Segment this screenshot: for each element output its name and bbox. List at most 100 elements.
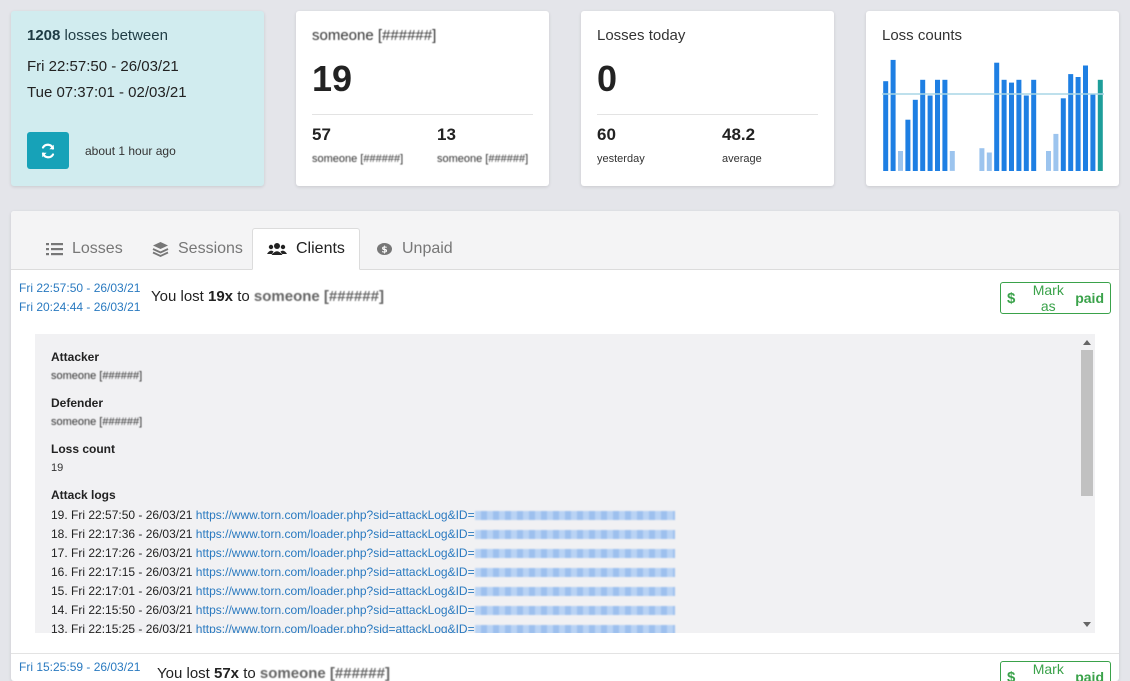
card-divider [312,114,533,115]
entry-summary: You lost 19x to someone [######] [151,288,384,305]
loss-count-value: 19 [51,462,675,474]
mark-as-paid-button[interactable]: $ Mark as paid [1000,661,1111,681]
tab-losses-label: Losses [72,240,123,258]
attack-log-id-redacted[interactable] [475,625,675,633]
tab-bar: Losses Sessions Clients $ [11,211,1119,270]
top-client-total: 19 [312,58,533,100]
tab-clients-label: Clients [296,240,345,258]
dollar-icon: $ [1007,290,1015,307]
client-stat-2: 13 someone [######] [437,125,528,165]
attack-log-list: 19. Fri 22:57:50 - 26/03/21 https://www.… [51,506,675,633]
entry-date-end: Fri 20:24:44 - 26/03/21 [19,298,140,317]
yesterday-label: yesterday [597,153,645,165]
attack-log-row: 18. Fri 22:17:36 - 26/03/21 https://www.… [51,525,675,544]
main-panel: Losses Sessions Clients $ [11,211,1119,681]
loss-summary-heading: 1208 losses between [27,27,248,44]
chart-bar [928,96,933,172]
attack-log-link[interactable]: https://www.torn.com/loader.php?sid=atta… [196,622,475,633]
layers-icon [152,241,169,257]
attack-log-row: 16. Fri 22:17:15 - 26/03/21 https://www.… [51,563,675,582]
loss-summary-suffix: losses between [65,27,168,44]
chart-bar [1068,74,1073,171]
entry-date-start: Fri 15:25:59 - 26/03/21 [19,658,140,677]
yesterday-value: 60 [597,125,645,145]
attack-log-link[interactable]: https://www.torn.com/loader.php?sid=atta… [196,565,475,579]
entry-text-prefix: You lost [151,288,204,305]
entry-date-range: Fri 15:25:59 - 26/03/21 [19,658,140,677]
average-stat: 48.2 average [722,125,762,165]
entry-summary: You lost 57x to someone [######] [157,665,390,681]
entry-text-prefix: You lost [157,665,210,681]
yesterday-stat: 60 yesterday [597,125,645,165]
attack-log-link[interactable]: https://www.torn.com/loader.php?sid=atta… [196,603,475,617]
paid-label: paid [1075,669,1104,681]
attack-log-id-redacted[interactable] [475,587,675,596]
chart-bar [1083,66,1088,172]
total-loss-count: 1208 [27,27,60,44]
refresh-icon [40,143,56,159]
tab-sessions-label: Sessions [178,240,243,258]
client-stat-2-value: 13 [437,125,528,145]
svg-text:$: $ [381,245,387,255]
attack-log-link[interactable]: https://www.torn.com/loader.php?sid=atta… [196,584,475,598]
entry-text-to: to [237,288,250,305]
attack-log-id-redacted[interactable] [475,568,675,577]
chart-bar [1046,151,1051,171]
entry-client-name: someone [######] [260,665,390,681]
attack-log-row: 13. Fri 22:15:25 - 26/03/21 https://www.… [51,620,675,633]
attack-log-link[interactable]: https://www.torn.com/loader.php?sid=atta… [196,527,475,541]
chart-bar [994,63,999,171]
card-divider [597,114,818,115]
attack-log-id-redacted[interactable] [475,606,675,615]
attack-log-time: 15. Fri 22:17:01 - 26/03/21 [51,584,192,598]
tab-unpaid[interactable]: $ Unpaid [362,228,467,269]
average-label: average [722,153,762,165]
last-refresh-time: about 1 hour ago [85,144,176,158]
entry-details-content: Attacker someone [######] Defender someo… [51,350,675,633]
chart-bar [979,148,984,171]
chart-title: Loss counts [882,27,1103,44]
scroll-down-icon[interactable] [1083,622,1091,627]
users-icon [267,242,287,256]
chart-bar [898,151,903,171]
client-stat-1-label: someone [######] [312,153,403,165]
refresh-button[interactable] [27,132,69,169]
chart-bar [1009,83,1014,171]
entry-date-start: Fri 22:57:50 - 26/03/21 [19,279,140,298]
loss-counts-card: Loss counts [866,11,1119,186]
list-icon [46,242,63,256]
tab-unpaid-label: Unpaid [402,240,453,258]
loss-count-label: Loss count [51,442,675,456]
attack-log-link[interactable]: https://www.torn.com/loader.php?sid=atta… [196,508,475,522]
mark-as-paid-button[interactable]: $ Mark as paid [1000,282,1111,314]
attack-log-id-redacted[interactable] [475,530,675,539]
scroll-thumb[interactable] [1081,350,1093,496]
range-date-from: Fri 22:57:50 - 26/03/21 [27,54,248,80]
scroll-up-icon[interactable] [1083,340,1091,345]
attack-log-row: 15. Fri 22:17:01 - 26/03/21 https://www.… [51,582,675,601]
tab-clients[interactable]: Clients [252,228,360,270]
entry-divider [11,653,1119,654]
tab-sessions[interactable]: Sessions [138,228,257,269]
entry-details[interactable]: Attacker someone [######] Defender someo… [35,334,1095,633]
tab-losses[interactable]: Losses [32,228,137,269]
losses-today-value: 0 [597,58,818,100]
entry-date-range: Fri 22:57:50 - 26/03/21 Fri 20:24:44 - 2… [19,279,140,317]
attack-log-time: 13. Fri 22:15:25 - 26/03/21 [51,622,192,633]
chart-bar [1061,98,1066,171]
dollar-icon: $ [1007,669,1015,681]
average-value: 48.2 [722,125,762,145]
entry-loss-count: 57x [214,665,239,681]
defender-value: someone [######] [51,416,675,428]
chart-bar [987,153,992,172]
attack-log-id-redacted[interactable] [475,511,675,520]
summary-card: 1208 losses between Fri 22:57:50 - 26/03… [11,11,264,186]
attack-log-row: 19. Fri 22:57:50 - 26/03/21 https://www.… [51,506,675,525]
chart-bar [891,60,896,171]
attack-log-id-redacted[interactable] [475,549,675,558]
attack-log-row: 17. Fri 22:17:26 - 26/03/21 https://www.… [51,544,675,563]
attack-log-time: 18. Fri 22:17:36 - 26/03/21 [51,527,192,541]
attack-log-time: 14. Fri 22:15:50 - 26/03/21 [51,603,192,617]
attack-log-link[interactable]: https://www.torn.com/loader.php?sid=atta… [196,546,475,560]
details-scrollbar[interactable] [1079,334,1095,633]
